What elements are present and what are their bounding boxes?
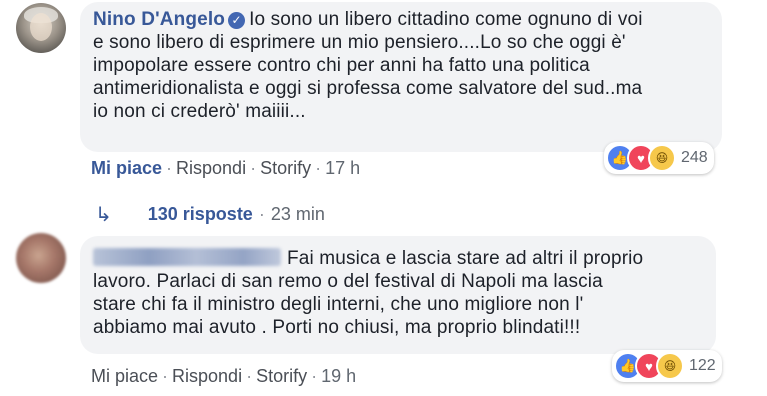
reaction-count: 122 bbox=[689, 357, 716, 374]
storify-link[interactable]: Storify bbox=[260, 158, 311, 178]
like-link[interactable]: Mi piace bbox=[91, 158, 162, 178]
avatar-blurred-user[interactable] bbox=[16, 233, 66, 283]
verified-badge-icon: ✓ bbox=[228, 12, 246, 29]
storify-link[interactable]: Storify bbox=[256, 366, 307, 386]
comment-author[interactable]: Nino D'Angelo bbox=[93, 9, 225, 30]
reactions-summary[interactable]: 👍 ♥ 😆 248 bbox=[604, 142, 714, 174]
separator-dot: · bbox=[250, 158, 257, 178]
blurred-author-name[interactable] bbox=[93, 248, 281, 266]
reply-arrow-icon: ↳ bbox=[95, 204, 112, 226]
comment-timestamp[interactable]: 17 h bbox=[325, 158, 360, 178]
view-replies[interactable]: ↳ 130 risposte · 23 min bbox=[95, 202, 325, 227]
comment-body: Nino D'Angelo ✓ Io sono un libero cittadin… bbox=[93, 8, 713, 123]
separator-dot: · bbox=[311, 366, 318, 386]
reply-link[interactable]: Rispondi bbox=[172, 366, 242, 386]
reply-link[interactable]: Rispondi bbox=[176, 158, 246, 178]
replies-timestamp: 23 min bbox=[270, 204, 325, 224]
comment-body: Fai musica e lascia stare ad altri il pr… bbox=[93, 247, 703, 339]
avatar-nino-dangelo[interactable] bbox=[16, 3, 66, 53]
separator-dot: · bbox=[166, 158, 173, 178]
reactions-summary[interactable]: 👍 ♥ 😆 122 bbox=[612, 350, 722, 382]
reaction-count: 248 bbox=[681, 149, 708, 166]
haha-reaction-icon: 😆 bbox=[648, 144, 676, 172]
avatar-face bbox=[30, 13, 52, 41]
replies-count-link[interactable]: 130 risposte bbox=[148, 204, 253, 225]
haha-reaction-icon: 😆 bbox=[656, 352, 684, 380]
separator-dot: · bbox=[315, 158, 322, 178]
comment-timestamp[interactable]: 19 h bbox=[321, 366, 356, 386]
like-link[interactable]: Mi piace bbox=[91, 366, 158, 386]
separator-dot: · bbox=[246, 366, 253, 386]
separator-dot: · bbox=[162, 366, 169, 386]
comment-actions: Mi piace · Rispondi · Storify · 17 h bbox=[91, 158, 360, 179]
separator-dot: · bbox=[258, 204, 265, 224]
comment-actions: Mi piace · Rispondi · Storify · 19 h bbox=[91, 366, 356, 387]
